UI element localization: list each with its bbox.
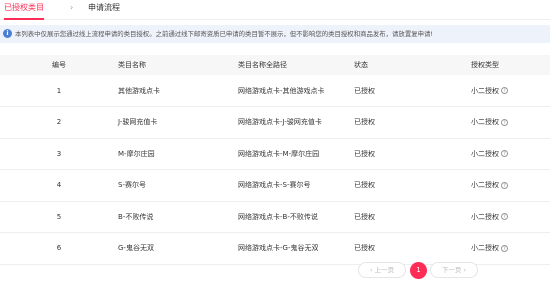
notice-text: 本列表中仅展示您通过线上流程申请的类目授权。之前通过线下邮寄资质已申请的类目暂不… (15, 30, 433, 38)
header-status: 状态 (354, 55, 471, 75)
question-circle-icon[interactable]: ? (501, 118, 508, 126)
tab-bar: 已授权类目 › 申请流程 (0, 0, 550, 20)
row-number: 3 (0, 138, 118, 170)
question-circle-icon[interactable]: ? (501, 244, 508, 252)
row-number: 1 (0, 75, 118, 107)
question-circle-icon[interactable]: ? (501, 150, 508, 158)
current-page-button[interactable]: 1 (410, 262, 427, 279)
row-category-name: 其他游戏点卡 (118, 75, 238, 107)
row-auth-type: 小二授权? (471, 169, 550, 202)
row-auth-type: 小二授权? (471, 75, 550, 107)
row-auth-type: 小二授权? (471, 138, 550, 170)
table-row: 5 B-不败传说 网络游戏点卡-B-不败传说 已授权 小二授权? (0, 201, 550, 233)
table-row: 6 G-鬼谷无双 网络游戏点卡-G-鬼谷无双 已授权 小二授权? (0, 232, 550, 265)
info-icon: i (3, 29, 12, 38)
row-status: 已授权 (354, 232, 471, 265)
auth-type-label: 小二授权 (471, 86, 499, 95)
row-category-path: 网络游戏点卡-其他游戏点卡 (238, 75, 354, 107)
row-number: 6 (0, 232, 118, 265)
row-status: 已授权 (354, 201, 471, 233)
row-status: 已授权 (354, 138, 471, 170)
row-category-path: 网络游戏点卡-M-摩尔庄园 (238, 138, 354, 170)
row-category-name: B-不败传说 (118, 201, 238, 233)
category-table: 编号 类目名称 类目名称全路径 状态 授权类型 1 其他游戏点卡 网络游戏点卡-… (0, 55, 550, 265)
header-category-path: 类目名称全路径 (238, 55, 354, 75)
header-number: 编号 (0, 55, 118, 75)
table-header-row: 编号 类目名称 类目名称全路径 状态 授权类型 (0, 55, 550, 75)
row-category-path: 网络游戏点卡-B-不败传说 (238, 201, 354, 233)
row-status: 已授权 (354, 106, 471, 139)
row-number: 2 (0, 106, 118, 139)
row-status: 已授权 (354, 75, 471, 107)
question-circle-icon[interactable]: ? (501, 213, 508, 221)
header-auth-type: 授权类型 (471, 55, 550, 75)
row-auth-type: 小二授权? (471, 232, 550, 265)
row-auth-type: 小二授权? (471, 106, 550, 139)
auth-type-label: 小二授权 (471, 212, 499, 221)
next-page-button[interactable]: 下一页 › (430, 262, 478, 278)
row-number: 5 (0, 201, 118, 233)
row-number: 4 (0, 169, 118, 202)
row-category-name: S-赛尔号 (118, 169, 238, 202)
header-category-name: 类目名称 (118, 55, 238, 75)
tab-authorized-categories[interactable]: 已授权类目 (4, 3, 44, 20)
question-circle-icon[interactable]: ? (501, 87, 508, 94)
auth-type-label: 小二授权 (471, 181, 499, 190)
row-status: 已授权 (354, 169, 471, 202)
notice-banner: i 本列表中仅展示您通过线上流程申请的类目授权。之前通过线下邮寄资质已申请的类目… (0, 25, 550, 43)
row-auth-type: 小二授权? (471, 201, 550, 233)
row-category-path: 网络游戏点卡-J-骏网充值卡 (238, 106, 354, 139)
table-row: 1 其他游戏点卡 网络游戏点卡-其他游戏点卡 已授权 小二授权? (0, 75, 550, 107)
row-category-path: 网络游戏点卡-G-鬼谷无双 (238, 232, 354, 265)
auth-type-label: 小二授权 (471, 149, 499, 158)
auth-type-label: 小二授权 (471, 244, 499, 253)
row-category-name: M-摩尔庄园 (118, 138, 238, 170)
tab-application-process[interactable]: 申请流程 (88, 3, 120, 13)
question-circle-icon[interactable]: ? (501, 181, 508, 189)
auth-type-label: 小二授权 (471, 118, 499, 127)
table-row: 3 M-摩尔庄园 网络游戏点卡-M-摩尔庄园 已授权 小二授权? (0, 138, 550, 170)
table-row: 4 S-赛尔号 网络游戏点卡-S-赛尔号 已授权 小二授权? (0, 169, 550, 202)
row-category-name: J-骏网充值卡 (118, 106, 238, 139)
tab-separator: › (70, 3, 74, 12)
table-row: 2 J-骏网充值卡 网络游戏点卡-J-骏网充值卡 已授权 小二授权? (0, 106, 550, 139)
row-category-name: G-鬼谷无双 (118, 232, 238, 265)
row-category-path: 网络游戏点卡-S-赛尔号 (238, 169, 354, 202)
prev-page-button[interactable]: ‹ 上一页 (358, 262, 406, 278)
